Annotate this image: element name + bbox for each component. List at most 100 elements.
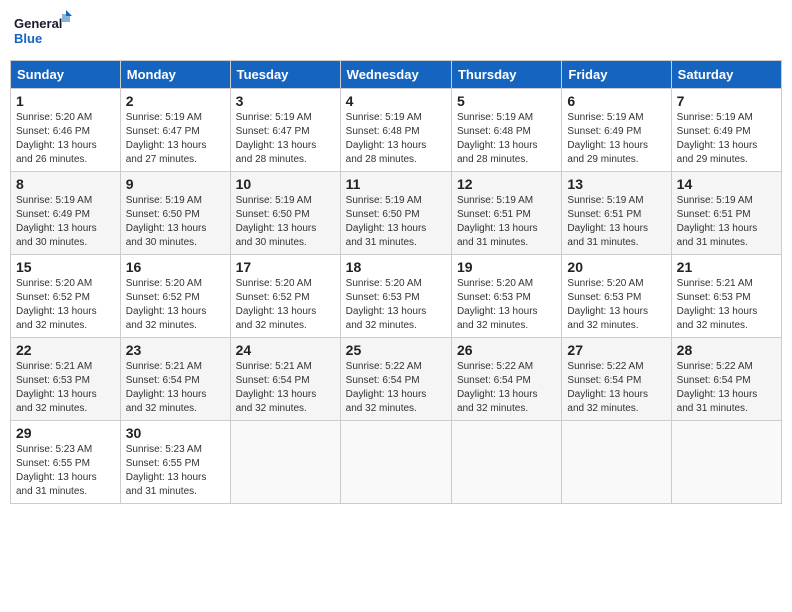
day-number: 16 — [126, 259, 225, 275]
day-number: 5 — [457, 93, 556, 109]
day-info: Sunrise: 5:20 AM Sunset: 6:46 PM Dayligh… — [16, 111, 115, 167]
calendar-cell: 12 Sunrise: 5:19 AM Sunset: 6:51 PM Dayli… — [451, 172, 561, 255]
day-info: Sunrise: 5:19 AM Sunset: 6:48 PM Dayligh… — [457, 111, 556, 167]
week-row-1: 1 Sunrise: 5:20 AM Sunset: 6:46 PM Daylig… — [11, 89, 782, 172]
calendar-cell: 6 Sunrise: 5:19 AM Sunset: 6:49 PM Daylig… — [562, 89, 671, 172]
day-number: 18 — [346, 259, 446, 275]
calendar-cell: 10 Sunrise: 5:19 AM Sunset: 6:50 PM Dayli… — [230, 172, 340, 255]
day-info: Sunrise: 5:22 AM Sunset: 6:54 PM Dayligh… — [457, 360, 556, 416]
calendar-cell: 5 Sunrise: 5:19 AM Sunset: 6:48 PM Daylig… — [451, 89, 561, 172]
day-info: Sunrise: 5:22 AM Sunset: 6:54 PM Dayligh… — [677, 360, 776, 416]
calendar-cell: 9 Sunrise: 5:19 AM Sunset: 6:50 PM Daylig… — [120, 172, 230, 255]
day-number: 7 — [677, 93, 776, 109]
day-info: Sunrise: 5:19 AM Sunset: 6:48 PM Dayligh… — [346, 111, 446, 167]
day-number: 20 — [567, 259, 665, 275]
day-number: 13 — [567, 176, 665, 192]
calendar-cell: 16 Sunrise: 5:20 AM Sunset: 6:52 PM Dayli… — [120, 255, 230, 338]
calendar-cell: 1 Sunrise: 5:20 AM Sunset: 6:46 PM Daylig… — [11, 89, 121, 172]
day-info: Sunrise: 5:23 AM Sunset: 6:55 PM Dayligh… — [16, 443, 115, 499]
calendar-cell: 3 Sunrise: 5:19 AM Sunset: 6:47 PM Daylig… — [230, 89, 340, 172]
calendar-table: SundayMondayTuesdayWednesdayThursdayFrid… — [10, 60, 782, 504]
day-header-sunday: Sunday — [11, 61, 121, 89]
day-number: 22 — [16, 342, 115, 358]
calendar-cell: 24 Sunrise: 5:21 AM Sunset: 6:54 PM Dayli… — [230, 338, 340, 421]
day-number: 8 — [16, 176, 115, 192]
calendar-cell: 8Sunrise: 5:19 AM Sunset: 6:49 PM Daylig… — [11, 172, 121, 255]
day-info: Sunrise: 5:19 AM Sunset: 6:47 PM Dayligh… — [126, 111, 225, 167]
calendar-cell: 29Sunrise: 5:23 AM Sunset: 6:55 PM Dayli… — [11, 421, 121, 504]
day-info: Sunrise: 5:19 AM Sunset: 6:49 PM Dayligh… — [567, 111, 665, 167]
day-number: 17 — [236, 259, 335, 275]
day-number: 26 — [457, 342, 556, 358]
calendar-cell: 30 Sunrise: 5:23 AM Sunset: 6:55 PM Dayli… — [120, 421, 230, 504]
day-info: Sunrise: 5:20 AM Sunset: 6:53 PM Dayligh… — [346, 277, 446, 333]
calendar-cell: 4 Sunrise: 5:19 AM Sunset: 6:48 PM Daylig… — [340, 89, 451, 172]
day-info: Sunrise: 5:19 AM Sunset: 6:50 PM Dayligh… — [346, 194, 446, 250]
week-row-2: 8Sunrise: 5:19 AM Sunset: 6:49 PM Daylig… — [11, 172, 782, 255]
calendar-cell: 19Sunrise: 5:20 AM Sunset: 6:53 PM Dayli… — [451, 255, 561, 338]
day-number: 12 — [457, 176, 556, 192]
calendar-cell: 2 Sunrise: 5:19 AM Sunset: 6:47 PM Daylig… — [120, 89, 230, 172]
day-info: Sunrise: 5:21 AM Sunset: 6:54 PM Dayligh… — [236, 360, 335, 416]
day-number: 28 — [677, 342, 776, 358]
day-header-thursday: Thursday — [451, 61, 561, 89]
day-header-friday: Friday — [562, 61, 671, 89]
day-info: Sunrise: 5:21 AM Sunset: 6:53 PM Dayligh… — [677, 277, 776, 333]
day-number: 1 — [16, 93, 115, 109]
logo: General Blue — [14, 10, 74, 52]
day-number: 4 — [346, 93, 446, 109]
week-row-3: 15 Sunrise: 5:20 AM Sunset: 6:52 PM Dayli… — [11, 255, 782, 338]
week-row-4: 22 Sunrise: 5:21 AM Sunset: 6:53 PM Dayli… — [11, 338, 782, 421]
day-info: Sunrise: 5:19 AM Sunset: 6:47 PM Dayligh… — [236, 111, 335, 167]
day-number: 9 — [126, 176, 225, 192]
day-info: Sunrise: 5:21 AM Sunset: 6:54 PM Dayligh… — [126, 360, 225, 416]
day-header-saturday: Saturday — [671, 61, 781, 89]
calendar-cell: 26 Sunrise: 5:22 AM Sunset: 6:54 PM Dayli… — [451, 338, 561, 421]
calendar-cell — [562, 421, 671, 504]
calendar-cell: 15 Sunrise: 5:20 AM Sunset: 6:52 PM Dayli… — [11, 255, 121, 338]
calendar-cell: 25 Sunrise: 5:22 AM Sunset: 6:54 PM Dayli… — [340, 338, 451, 421]
header-row: SundayMondayTuesdayWednesdayThursdayFrid… — [11, 61, 782, 89]
calendar-cell: 22 Sunrise: 5:21 AM Sunset: 6:53 PM Dayli… — [11, 338, 121, 421]
calendar-cell: 11Sunrise: 5:19 AM Sunset: 6:50 PM Dayli… — [340, 172, 451, 255]
day-number: 23 — [126, 342, 225, 358]
day-number: 2 — [126, 93, 225, 109]
day-header-wednesday: Wednesday — [340, 61, 451, 89]
day-info: Sunrise: 5:21 AM Sunset: 6:53 PM Dayligh… — [16, 360, 115, 416]
day-info: Sunrise: 5:19 AM Sunset: 6:50 PM Dayligh… — [236, 194, 335, 250]
calendar-cell: 7 Sunrise: 5:19 AM Sunset: 6:49 PM Daylig… — [671, 89, 781, 172]
day-number: 27 — [567, 342, 665, 358]
day-info: Sunrise: 5:19 AM Sunset: 6:51 PM Dayligh… — [567, 194, 665, 250]
calendar-cell: 21Sunrise: 5:21 AM Sunset: 6:53 PM Dayli… — [671, 255, 781, 338]
day-info: Sunrise: 5:20 AM Sunset: 6:53 PM Dayligh… — [567, 277, 665, 333]
day-number: 19 — [457, 259, 556, 275]
calendar-cell: 28 Sunrise: 5:22 AM Sunset: 6:54 PM Dayli… — [671, 338, 781, 421]
day-info: Sunrise: 5:19 AM Sunset: 6:51 PM Dayligh… — [457, 194, 556, 250]
day-info: Sunrise: 5:23 AM Sunset: 6:55 PM Dayligh… — [126, 443, 225, 499]
calendar-cell: 13 Sunrise: 5:19 AM Sunset: 6:51 PM Dayli… — [562, 172, 671, 255]
day-info: Sunrise: 5:19 AM Sunset: 6:49 PM Dayligh… — [677, 111, 776, 167]
day-number: 6 — [567, 93, 665, 109]
day-number: 3 — [236, 93, 335, 109]
day-number: 15 — [16, 259, 115, 275]
calendar-cell: 27Sunrise: 5:22 AM Sunset: 6:54 PM Dayli… — [562, 338, 671, 421]
svg-text:Blue: Blue — [14, 31, 42, 46]
calendar-cell: 18 Sunrise: 5:20 AM Sunset: 6:53 PM Dayli… — [340, 255, 451, 338]
day-info: Sunrise: 5:19 AM Sunset: 6:50 PM Dayligh… — [126, 194, 225, 250]
week-row-5: 29Sunrise: 5:23 AM Sunset: 6:55 PM Dayli… — [11, 421, 782, 504]
day-info: Sunrise: 5:22 AM Sunset: 6:54 PM Dayligh… — [346, 360, 446, 416]
day-header-monday: Monday — [120, 61, 230, 89]
day-header-tuesday: Tuesday — [230, 61, 340, 89]
calendar-cell — [340, 421, 451, 504]
calendar-cell: 14Sunrise: 5:19 AM Sunset: 6:51 PM Dayli… — [671, 172, 781, 255]
day-number: 30 — [126, 425, 225, 441]
day-number: 24 — [236, 342, 335, 358]
calendar-cell — [230, 421, 340, 504]
day-number: 14 — [677, 176, 776, 192]
day-info: Sunrise: 5:20 AM Sunset: 6:52 PM Dayligh… — [126, 277, 225, 333]
day-info: Sunrise: 5:20 AM Sunset: 6:52 PM Dayligh… — [16, 277, 115, 333]
day-number: 10 — [236, 176, 335, 192]
calendar-cell: 23 Sunrise: 5:21 AM Sunset: 6:54 PM Dayli… — [120, 338, 230, 421]
svg-text:General: General — [14, 16, 62, 31]
day-number: 25 — [346, 342, 446, 358]
